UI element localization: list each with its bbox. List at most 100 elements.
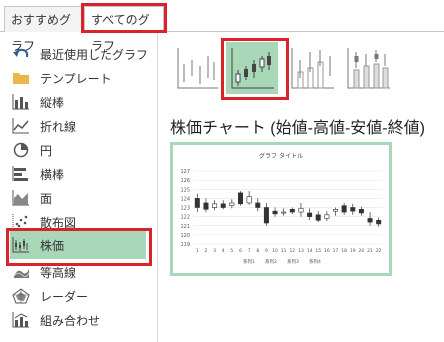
x-tick-label: 1 [196, 248, 199, 254]
folder-icon [10, 69, 32, 87]
sidebar-item-label: テンプレート [40, 71, 112, 86]
sidebar-item-combo[interactable]: 組み合わせ [10, 309, 150, 331]
y-tick-label: 123 [180, 206, 190, 212]
sidebar-item-label: 株価 [40, 238, 65, 253]
candle-body [203, 202, 209, 210]
pie-chart-icon [10, 141, 32, 159]
chart-preview[interactable]: グラフ タイトル 119 120 121 122 123 124 125 126 127 1 2 3 4 5… [170, 142, 392, 276]
chart-type-tabs: おすすめグラフ すべてのグラフ [0, 0, 444, 53]
sidebar-item-label: 面 [40, 191, 53, 206]
candle-body [246, 196, 252, 204]
subtype-open-high-low-close[interactable] [226, 42, 278, 94]
candle-body [367, 218, 373, 223]
subtype-high-low-close[interactable] [170, 42, 222, 94]
sidebar-item-line[interactable]: 折れ線 [10, 115, 150, 137]
sidebar-item-label: 縦棒 [40, 95, 65, 110]
sidebar-item-label: レーダー [40, 289, 89, 304]
x-tick-label: 9 [265, 248, 268, 254]
sidebar-item-label: 散布図 [40, 215, 77, 230]
x-tick-label: 6 [239, 248, 242, 254]
x-tick-label: 19 [350, 248, 356, 254]
candle-body [358, 209, 364, 214]
x-tick-label: 2 [205, 248, 208, 254]
candle-body [229, 202, 235, 206]
combo-chart-icon [10, 311, 32, 329]
candle-body [238, 192, 244, 205]
subtype-volume-high-low-close[interactable] [286, 42, 338, 94]
sidebar-item-area[interactable]: 面 [10, 187, 150, 209]
sidebar-item-column[interactable]: 縦棒 [10, 91, 150, 113]
sidebar-item-label: 組み合わせ [40, 313, 101, 328]
x-tick-label: 16 [324, 248, 330, 254]
x-tick-label: 3 [213, 248, 216, 254]
scatter-chart-icon [10, 213, 32, 231]
candle-body [194, 198, 200, 208]
legend-entry: 系列3 [287, 258, 299, 265]
chart-title: グラフ タイトル [259, 152, 303, 160]
candle-body [307, 212, 313, 217]
candle-body [281, 211, 287, 214]
legend-entry: 系列1 [243, 258, 255, 265]
sidebar-item-templates[interactable]: テンプレート [10, 67, 150, 89]
legend-entry: 系列2 [265, 258, 277, 265]
x-tick-label: 11 [281, 248, 287, 254]
x-tick-label: 18 [341, 248, 347, 254]
candle-body [333, 209, 339, 212]
bar-chart-icon [10, 165, 32, 183]
candle-body [289, 209, 295, 213]
sidebar-item-label: 横棒 [40, 167, 65, 182]
sidebar-item-scatter[interactable]: 散布図 [10, 211, 150, 233]
radar-chart-icon [10, 287, 32, 305]
sidebar-item-bar[interactable]: 横棒 [10, 163, 150, 185]
line-chart-icon [10, 117, 32, 135]
x-tick-label: 21 [367, 248, 373, 254]
sidebar-item-pie[interactable]: 円 [10, 139, 150, 161]
sidebar-item-label: 等高線 [40, 265, 77, 280]
x-tick-label: 4 [222, 248, 225, 254]
x-tick-label: 14 [307, 248, 313, 254]
candle-body [272, 210, 278, 215]
x-tick-label: 12 [289, 248, 295, 254]
sidebar-item-label: 最近使用したグラフ [40, 47, 149, 62]
x-tick-label: 7 [248, 248, 251, 254]
stock-chart-icon [10, 236, 32, 254]
y-tick-label: 125 [180, 187, 190, 193]
column-chart-icon [10, 93, 32, 111]
candle-body [298, 208, 304, 213]
candle-body [220, 203, 226, 208]
candle-body [324, 214, 330, 219]
surface-chart-icon [10, 263, 32, 281]
x-tick-label: 13 [298, 248, 304, 254]
x-tick-label: 5 [230, 248, 233, 254]
candle-body [212, 203, 218, 208]
candle-body [376, 219, 382, 225]
tab-all-charts[interactable]: すべてのグラフ [84, 6, 164, 53]
y-tick-label: 120 [180, 233, 190, 239]
candle-body [315, 214, 321, 221]
legend-entry: 系列4 [309, 258, 321, 265]
area-chart-icon [10, 189, 32, 207]
chart-category-list: 最近使用したグラフ テンプレート 縦棒 折れ線 円 横棒 面 散布図 株価 等高… [0, 33, 158, 342]
x-tick-label: 8 [256, 248, 259, 254]
recent-undo-icon [10, 45, 32, 63]
sidebar-item-radar[interactable]: レーダー [10, 285, 150, 307]
x-tick-label: 15 [315, 248, 321, 254]
sidebar-item-surface[interactable]: 等高線 [10, 261, 150, 283]
stock-subtype-gallery [166, 40, 444, 96]
candle-body [255, 202, 261, 208]
subtype-volume-open-high-low-close[interactable] [342, 42, 394, 94]
x-tick-label: 20 [359, 248, 365, 254]
x-tick-label: 17 [333, 248, 339, 254]
candle-body [341, 205, 347, 213]
y-tick-label: 119 [180, 242, 190, 248]
candle-body [263, 207, 269, 224]
candle-body [350, 207, 356, 212]
tab-recommended-charts[interactable]: おすすめグラフ [4, 6, 82, 53]
y-tick-label: 121 [180, 224, 190, 230]
y-tick-label: 124 [180, 196, 190, 202]
sidebar-item-stock[interactable]: 株価 [10, 231, 146, 259]
y-tick-label: 122 [180, 215, 190, 221]
sidebar-item-label: 折れ線 [40, 119, 77, 134]
y-tick-label: 127 [180, 169, 190, 175]
sidebar-item-recent[interactable]: 最近使用したグラフ [10, 43, 150, 65]
